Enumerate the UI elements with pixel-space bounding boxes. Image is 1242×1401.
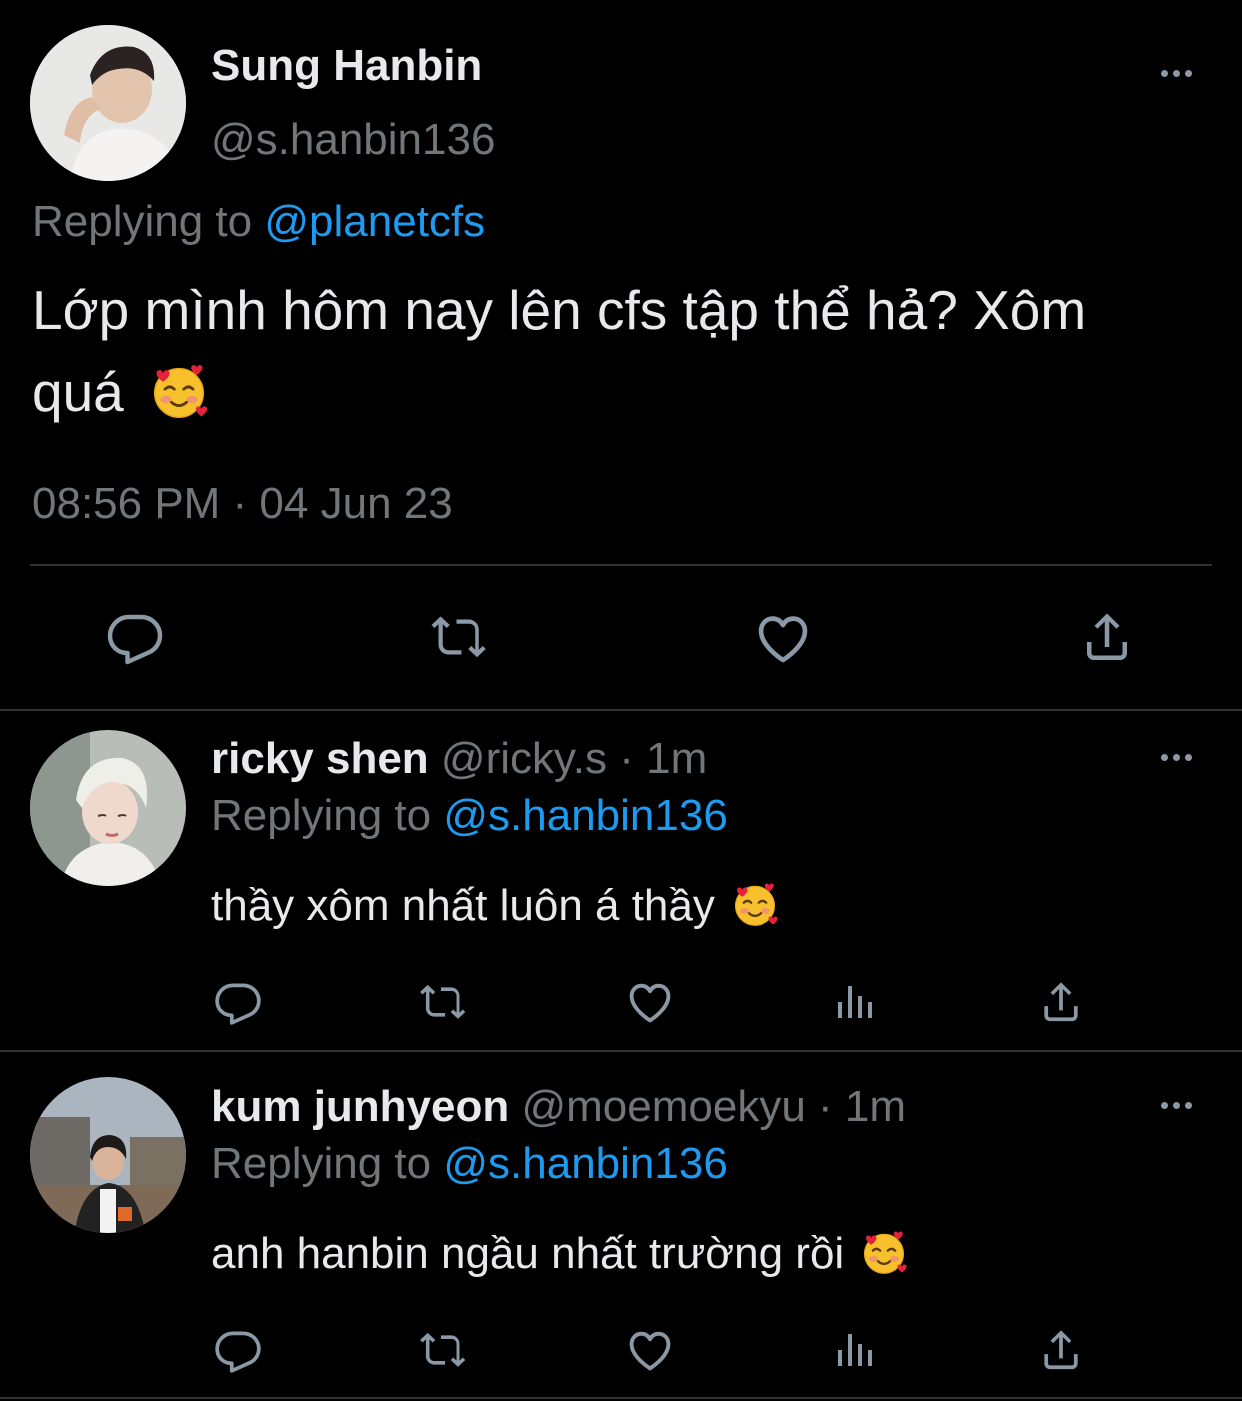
reply-replying-to: Replying to @s.hanbin136: [211, 1138, 728, 1190]
reply-header: kum junhyeon @moemoekyu · 1m: [211, 1081, 906, 1133]
reply-button[interactable]: [213, 977, 263, 1027]
more-icon: [1161, 70, 1168, 77]
share-icon: [1077, 607, 1137, 667]
replying-prefix: Replying to: [211, 791, 432, 840]
share-button[interactable]: [1077, 607, 1137, 667]
reply-author-handle[interactable]: @ricky.s: [441, 734, 607, 783]
smiling-face-with-hearts-emoji: [149, 362, 209, 422]
author-handle[interactable]: @s.hanbin136: [211, 114, 495, 166]
reply-replying-to: Replying to @s.hanbin136: [211, 790, 728, 842]
reply-text-content: thầy xôm nhất luôn á thầy: [211, 881, 715, 930]
reply-time[interactable]: · 1m: [619, 734, 707, 783]
like-button[interactable]: [624, 976, 676, 1028]
share-icon: [1036, 1325, 1086, 1375]
smiling-face-with-hearts-emoji: [860, 1229, 908, 1277]
replying-prefix: Replying to: [211, 1139, 432, 1188]
retweet-icon: [416, 1325, 470, 1375]
replying-handle-link[interactable]: @s.hanbin136: [443, 1139, 727, 1188]
reply-button[interactable]: [105, 607, 165, 667]
more-icon: [1161, 1102, 1168, 1109]
replying-prefix: Replying to: [32, 197, 253, 246]
tweet-text-line2: quá: [32, 358, 209, 426]
like-button[interactable]: [624, 1324, 676, 1376]
retweet-icon: [427, 607, 491, 667]
retweet-icon: [416, 977, 470, 1027]
replying-handle-link[interactable]: @planetcfs: [264, 197, 485, 246]
replying-handle-link[interactable]: @s.hanbin136: [443, 791, 727, 840]
more-options-button[interactable]: [1161, 1102, 1192, 1109]
share-button[interactable]: [1036, 977, 1086, 1027]
retweet-button[interactable]: [416, 977, 470, 1027]
smiling-face-with-hearts-emoji: [731, 881, 779, 929]
reply-author-name[interactable]: ricky shen: [211, 734, 429, 783]
retweet-button[interactable]: [416, 1325, 470, 1375]
heart-icon: [752, 607, 814, 669]
reply-avatar[interactable]: [30, 730, 186, 886]
share-icon: [1036, 977, 1086, 1027]
reply-icon: [105, 607, 165, 667]
tweet-timestamp[interactable]: 08:56 PM · 04 Jun 23: [32, 478, 453, 530]
reply-text: thầy xôm nhất luôn á thầy: [211, 880, 779, 932]
more-options-button[interactable]: [1161, 70, 1192, 77]
reply-text: anh hanbin ngầu nhất trường rồi: [211, 1228, 908, 1280]
reply-icon: [213, 1325, 263, 1375]
reply-time[interactable]: · 1m: [818, 1082, 906, 1131]
like-button[interactable]: [752, 607, 814, 669]
tweet-text-line2-text: quá: [32, 361, 124, 423]
heart-icon: [624, 976, 676, 1028]
reply-avatar[interactable]: [30, 1077, 186, 1233]
reply-divider: [0, 1050, 1242, 1052]
retweet-button[interactable]: [427, 607, 491, 667]
author-name[interactable]: Sung Hanbin: [211, 40, 482, 92]
replying-to: Replying to @planetcfs: [32, 196, 485, 248]
views-icon: [832, 1326, 880, 1374]
reply-author-name[interactable]: kum junhyeon: [211, 1082, 509, 1131]
views-button[interactable]: [832, 978, 880, 1026]
timestamp-divider: [30, 564, 1212, 566]
heart-icon: [624, 1324, 676, 1376]
reply-author-handle[interactable]: @moemoekyu: [521, 1082, 805, 1131]
author-avatar[interactable]: [30, 25, 186, 181]
more-icon: [1161, 754, 1168, 761]
main-tweet-divider: [0, 709, 1242, 711]
views-icon: [832, 978, 880, 1026]
reply-icon: [213, 977, 263, 1027]
reply-divider: [0, 1397, 1242, 1399]
views-button[interactable]: [832, 1326, 880, 1374]
share-button[interactable]: [1036, 1325, 1086, 1375]
more-options-button[interactable]: [1161, 754, 1192, 761]
reply-button[interactable]: [213, 1325, 263, 1375]
reply-header: ricky shen @ricky.s · 1m: [211, 733, 707, 785]
reply-text-content: anh hanbin ngầu nhất trường rồi: [211, 1229, 845, 1278]
tweet-text-line1: Lớp mình hôm nay lên cfs tập thể hả? Xôm: [32, 279, 1087, 341]
